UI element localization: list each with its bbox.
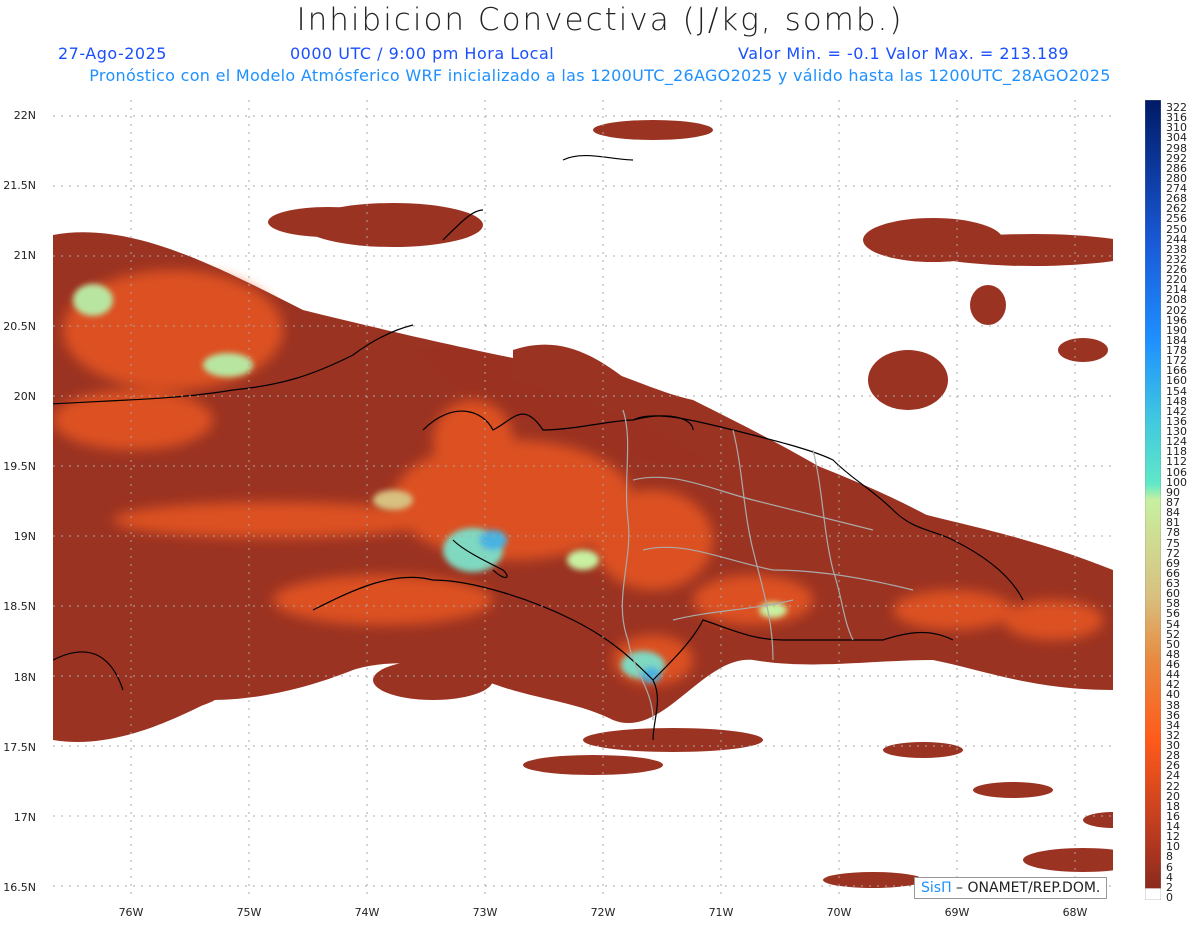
brand-logo: SisΠ	[921, 880, 952, 896]
forecast-date: 27-Ago-2025	[58, 44, 167, 63]
map-title: Inhibicion Convectiva (J/kg, somb.)	[296, 2, 904, 38]
latitude-label: 19.5N	[3, 460, 36, 473]
latitude-label: 21.5N	[3, 179, 36, 193]
latitude-label: 20N	[13, 389, 36, 403]
latitude-label: 21N	[13, 249, 36, 263]
forecast-time: 0000 UTC / 9:00 pm Hora Local	[290, 44, 555, 63]
longitude-label: 68W	[1062, 906, 1088, 919]
longitude-label: 75W	[236, 906, 262, 919]
credit-text: – ONAMET/REP.DOM.	[951, 880, 1101, 896]
convective-inhibition-map	[53, 100, 1113, 900]
longitude-label: 70W	[826, 906, 852, 919]
longitude-label: 71W	[708, 906, 734, 919]
latitude-label: 16.5N	[3, 881, 36, 895]
latitude-label: 17N	[13, 811, 36, 824]
latitude-label: 18.5N	[3, 600, 36, 614]
longitude-label: 76W	[118, 906, 144, 919]
longitude-label: 69W	[944, 906, 970, 919]
model-info: Pronóstico con el Modelo Atmósferico WRF…	[89, 66, 1111, 85]
credit-box: SisΠ – ONAMET/REP.DOM.	[914, 877, 1108, 899]
longitude-label: 74W	[354, 906, 380, 919]
colorbar	[1145, 100, 1161, 900]
colorbar-tick-label: 0	[1166, 891, 1173, 904]
latitude-label: 22N	[13, 109, 36, 122]
value-range: Valor Min. = -0.1 Valor Max. = 213.189	[738, 44, 1070, 63]
longitude-label: 72W	[590, 906, 616, 919]
latitude-label: 19N	[13, 530, 36, 544]
longitude-label: 73W	[472, 906, 498, 919]
latitude-label: 18N	[13, 670, 36, 684]
latitude-label: 17.5N	[3, 740, 36, 754]
latitude-label: 20.5N	[3, 319, 36, 333]
